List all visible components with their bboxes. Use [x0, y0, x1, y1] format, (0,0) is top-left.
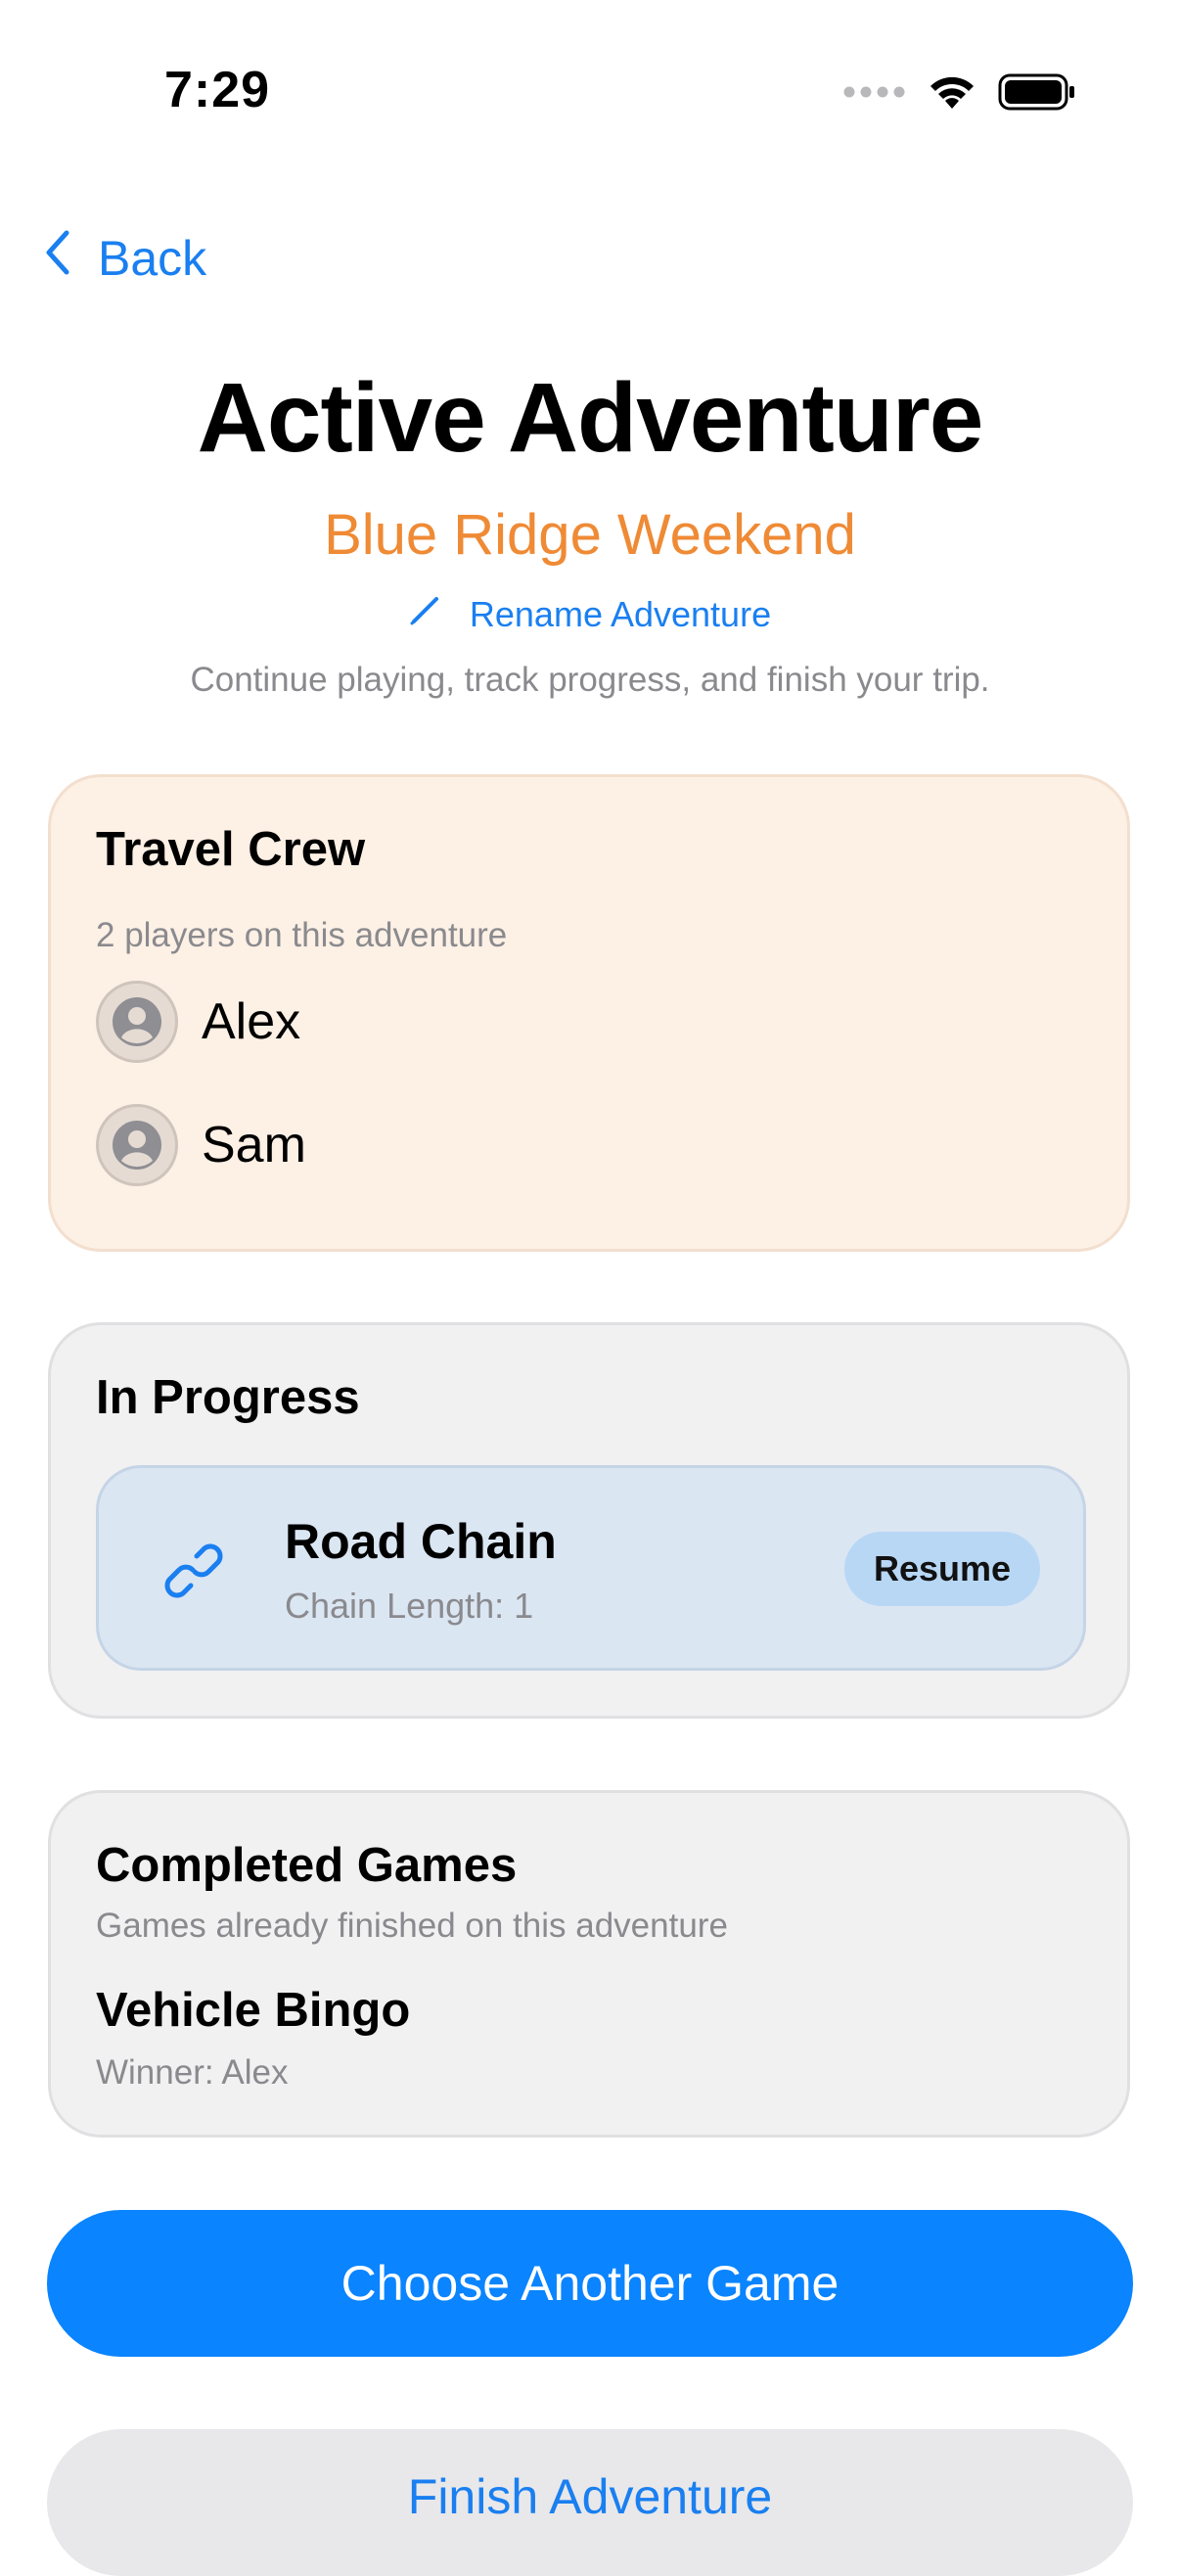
completed-game-winner: Winner: Alex	[96, 2053, 289, 2092]
person-icon	[113, 1121, 161, 1170]
game-meta: Chain Length: 1	[285, 1586, 534, 1626]
in-progress-game-row[interactable]: Road Chain Chain Length: 1 Resume	[96, 1465, 1086, 1671]
person-icon	[113, 997, 161, 1046]
finish-adventure-button[interactable]: Finish Adventure	[47, 2429, 1133, 2576]
completed-games-subheading: Games already finished on this adventure	[96, 1907, 728, 1945]
avatar	[96, 981, 178, 1063]
page-description: Continue playing, track progress, and fi…	[190, 661, 990, 699]
chevron-left-icon	[43, 227, 72, 290]
avatar	[96, 1104, 178, 1186]
game-name: Road Chain	[285, 1514, 557, 1569]
choose-another-game-button[interactable]: Choose Another Game	[47, 2210, 1133, 2357]
travel-crew-card: Travel Crew 2 players on this adventure …	[48, 774, 1130, 1252]
player-name: Sam	[202, 1117, 306, 1173]
resume-button[interactable]: Resume	[844, 1532, 1040, 1606]
player-name: Alex	[202, 993, 301, 1050]
player-row: Sam	[96, 1104, 306, 1186]
completed-games-card: Completed Games Games already finished o…	[48, 1790, 1130, 2138]
player-row: Alex	[96, 981, 300, 1063]
page-title: Active Adventure	[197, 363, 984, 473]
pencil-icon	[409, 593, 442, 635]
status-time: 7:29	[164, 62, 271, 118]
completed-games-heading: Completed Games	[96, 1839, 518, 1892]
players-count: 2 players on this adventure	[96, 916, 508, 954]
back-label: Back	[98, 231, 207, 286]
adventure-name: Blue Ridge Weekend	[324, 503, 856, 567]
in-progress-heading: In Progress	[96, 1371, 360, 1424]
back-button[interactable]: Back	[43, 227, 206, 290]
status-icons	[843, 69, 1076, 119]
completed-game-name: Vehicle Bingo	[96, 1984, 411, 2037]
rename-adventure-label: Rename Adventure	[469, 593, 772, 634]
wifi-icon	[928, 73, 976, 115]
link-icon	[158, 1535, 230, 1612]
rename-adventure-button[interactable]: Rename Adventure	[0, 593, 1180, 635]
travel-crew-heading: Travel Crew	[96, 823, 366, 876]
battery-icon	[998, 72, 1076, 116]
signal-dots-icon	[843, 85, 906, 104]
in-progress-card: In Progress Road Chain Chain Length: 1 R…	[48, 1322, 1130, 1719]
